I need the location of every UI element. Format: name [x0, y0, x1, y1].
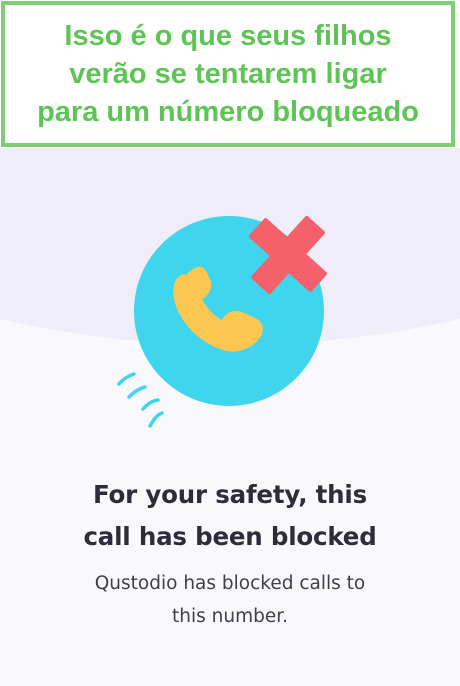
- title-line-2: call has been blocked: [83, 522, 377, 551]
- description-line-2: this number.: [171, 606, 289, 627]
- caption-banner: Isso é o que seus filhos verão se tentar…: [1, 1, 455, 147]
- motion-lines-icon: [117, 372, 164, 428]
- caption-line-2: verão se tentarem ligar: [69, 58, 387, 90]
- description-line-1: Qustodio has blocked calls to: [94, 573, 366, 594]
- blocked-call-graphic: [117, 215, 328, 428]
- blocked-call-title: For your safety, this call has been bloc…: [0, 474, 460, 558]
- blocked-call-description: Qustodio has blocked calls to this numbe…: [0, 567, 460, 633]
- caption-line-3: para um número bloqueado: [37, 96, 419, 128]
- blocked-call-screen: For your safety, this call has been bloc…: [0, 148, 460, 686]
- title-line-1: For your safety, this: [93, 480, 367, 509]
- blocked-call-illustration: [110, 215, 340, 435]
- caption-line-1: Isso é o que seus filhos: [64, 20, 392, 52]
